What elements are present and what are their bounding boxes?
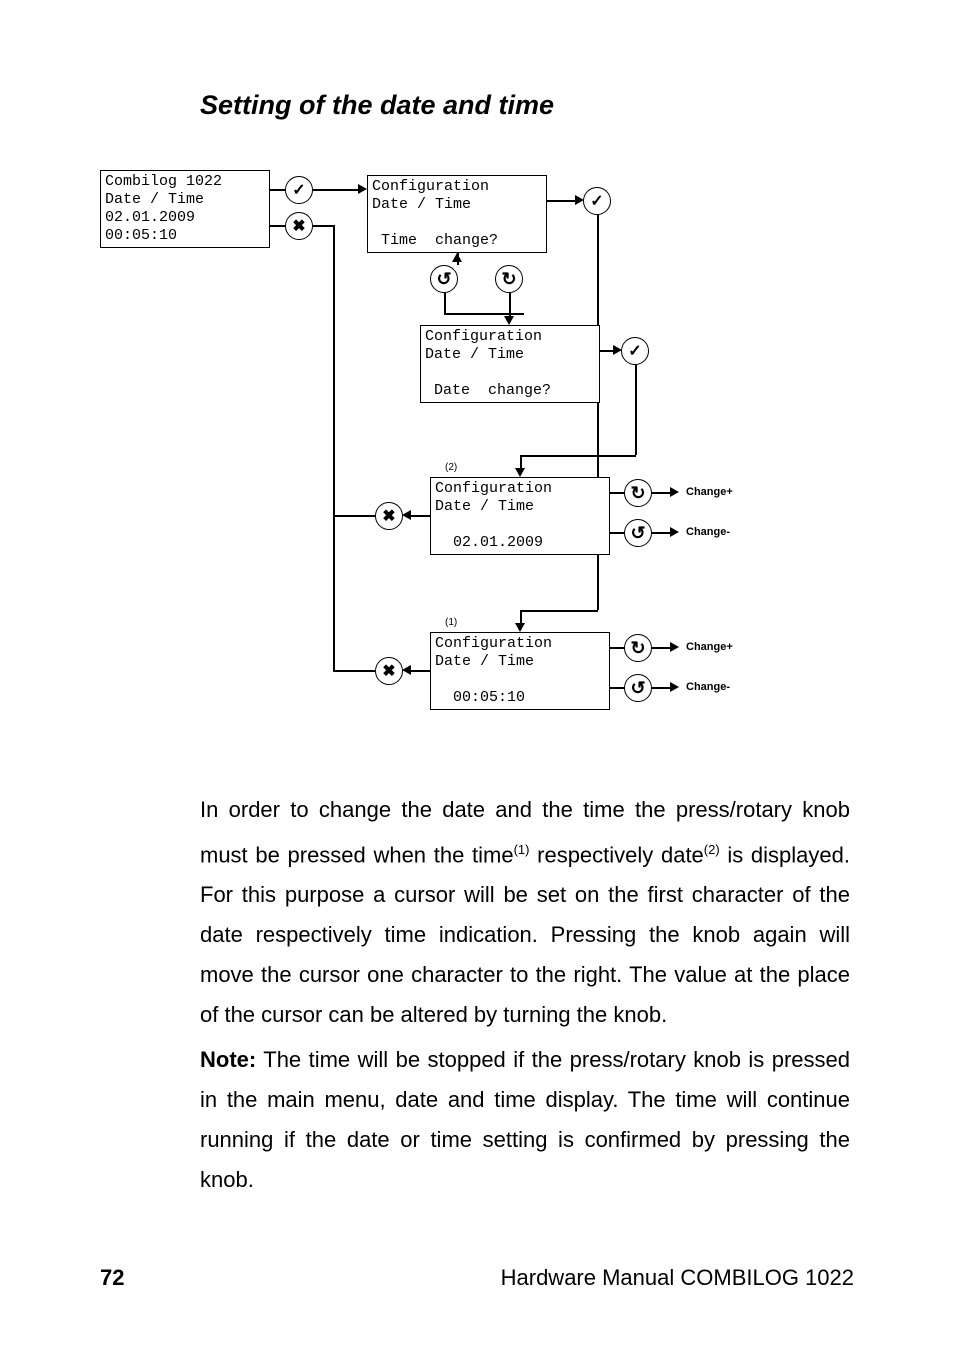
label-change-minus: Change- xyxy=(686,681,730,693)
footer-text: Hardware Manual COMBILOG 1022 xyxy=(501,1265,854,1291)
cross-icon: ✖ xyxy=(375,657,403,685)
footnote-2-marker: (2) xyxy=(445,462,457,473)
check-icon: ✓ xyxy=(621,337,649,365)
box-main: Combilog 1022 Date / Time 02.01.2009 00:… xyxy=(100,170,270,248)
box-date-edit: Configuration Date / Time 02.01.2009 xyxy=(430,477,610,555)
box-time-change: Configuration Date / Time Time change? xyxy=(367,175,547,253)
rotate-cw-icon: ↻ xyxy=(624,634,652,662)
paragraph-1: In order to change the date and the time… xyxy=(200,790,850,1035)
label-change-minus: Change- xyxy=(686,526,730,538)
page-number: 72 xyxy=(100,1265,124,1291)
rotate-cw-icon: ↻ xyxy=(495,265,523,293)
footnote-1-marker: (1) xyxy=(445,617,457,628)
rotate-ccw-icon: ↺ xyxy=(430,265,458,293)
box-date-change: Configuration Date / Time Date change? xyxy=(420,325,600,403)
rotate-cw-icon: ↻ xyxy=(624,479,652,507)
check-icon: ✓ xyxy=(583,187,611,215)
label-change-plus: Change+ xyxy=(686,641,733,653)
rotate-ccw-icon: ↺ xyxy=(624,519,652,547)
label-change-plus: Change+ xyxy=(686,486,733,498)
check-icon: ✓ xyxy=(285,176,313,204)
paragraph-2: Note: The time will be stopped if the pr… xyxy=(200,1040,850,1200)
section-heading: Setting of the date and time xyxy=(200,90,554,121)
box-time-edit: Configuration Date / Time 00:05:10 xyxy=(430,632,610,710)
rotate-ccw-icon: ↺ xyxy=(624,674,652,702)
flow-diagram: Combilog 1022 Date / Time 02.01.2009 00:… xyxy=(100,170,860,740)
cross-icon: ✖ xyxy=(375,502,403,530)
cross-icon: ✖ xyxy=(285,212,313,240)
